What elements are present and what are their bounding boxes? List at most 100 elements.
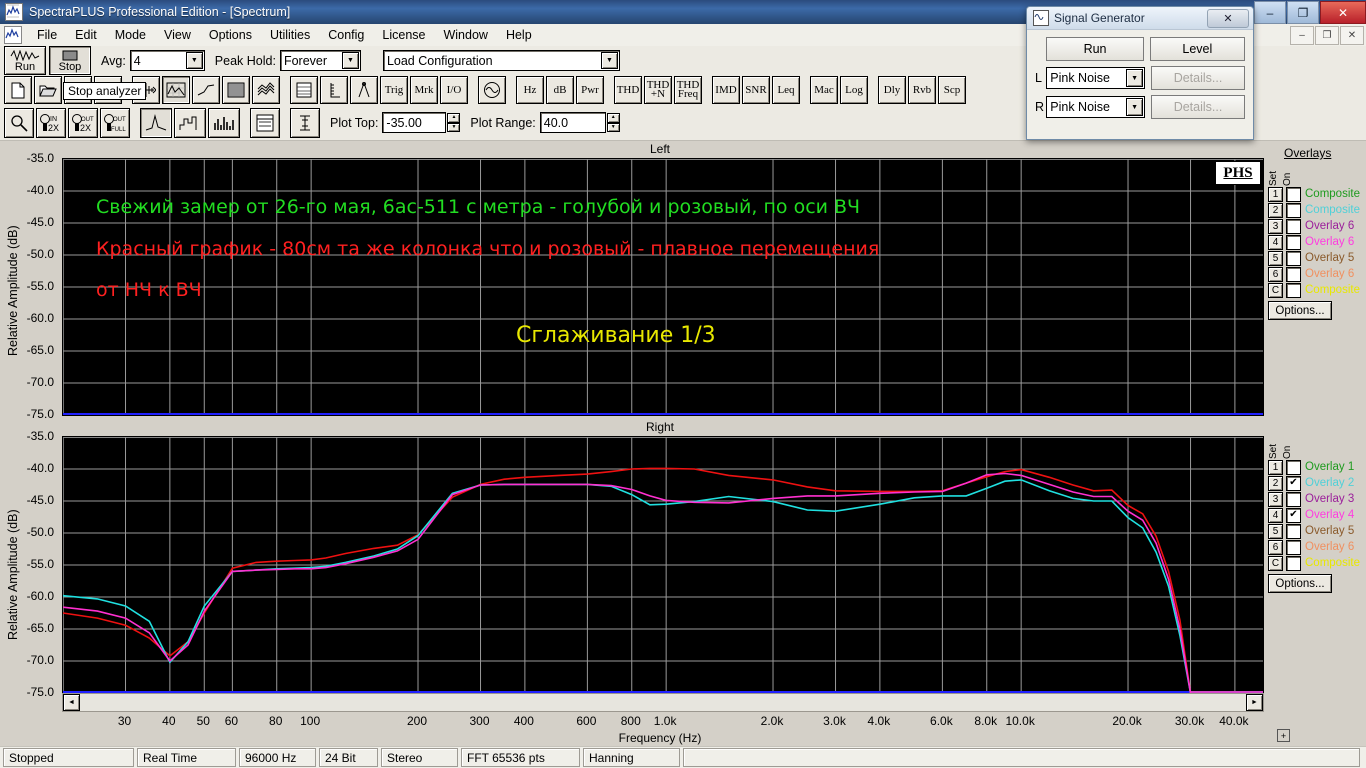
overlay-set-button[interactable]: 4 — [1268, 507, 1283, 523]
scroll-left-button[interactable]: ◄ — [63, 694, 80, 711]
zoom-button[interactable] — [4, 107, 34, 138]
signal-generator-close-button[interactable]: ✕ — [1207, 9, 1249, 28]
delay-button[interactable]: Dly — [878, 76, 906, 104]
thd-freq-button[interactable]: THD Freq — [674, 76, 702, 104]
overlay-set-button[interactable]: 3 — [1268, 491, 1283, 507]
scale-button[interactable] — [320, 76, 348, 104]
spectrogram-button[interactable] — [222, 76, 250, 104]
close-button[interactable]: ✕ — [1320, 1, 1366, 24]
overlay-enable-checkbox[interactable] — [1286, 234, 1301, 250]
plot-range-input[interactable]: 40.0 — [539, 112, 606, 133]
hz-button[interactable]: Hz — [516, 76, 544, 104]
overlay-enable-checkbox[interactable] — [1286, 250, 1301, 266]
plot-top-increment[interactable]: ▲ — [447, 113, 461, 123]
pwr-button[interactable]: Pwr — [576, 76, 604, 104]
menu-options[interactable]: Options — [200, 26, 261, 44]
overlay-enable-checkbox[interactable] — [1286, 523, 1301, 539]
overlay-enable-checkbox[interactable] — [1286, 202, 1301, 218]
bar-display-button[interactable] — [208, 107, 240, 138]
left-source-combo[interactable]: Pink Noise ▼ — [1046, 67, 1146, 89]
mac-button[interactable]: Mac — [810, 76, 838, 104]
waterfall-button[interactable] — [252, 76, 280, 104]
overlay-enable-checkbox[interactable] — [1286, 539, 1301, 555]
menu-file[interactable]: File — [28, 26, 66, 44]
configuration-combo[interactable]: Load Configuration ▼ — [382, 50, 620, 71]
plot-top-stepper[interactable]: ▲ ▼ — [447, 113, 461, 132]
thd-button[interactable]: THD — [614, 76, 642, 104]
marker-button[interactable]: Mrk — [410, 76, 438, 104]
time-series-button[interactable] — [192, 76, 220, 104]
siggen-level-button[interactable]: Level — [1149, 37, 1245, 61]
scope-button[interactable]: Scp — [938, 76, 966, 104]
overlay-set-button[interactable]: 6 — [1268, 539, 1283, 555]
overlay-set-button[interactable]: 6 — [1268, 266, 1283, 282]
overlay-enable-checkbox[interactable]: ✔ — [1286, 507, 1301, 523]
zoom-out-2x-button[interactable]: OUT 2X — [68, 107, 98, 138]
snr-button[interactable]: SNR — [742, 76, 770, 104]
trigger-button[interactable]: Trig — [380, 76, 408, 104]
autoscale-button[interactable] — [290, 107, 320, 138]
overlay-set-button[interactable]: 4 — [1268, 234, 1283, 250]
right-details-button[interactable]: Details... — [1151, 95, 1245, 119]
imd-button[interactable]: IMD — [712, 76, 740, 104]
menu-config[interactable]: Config — [319, 26, 373, 44]
io-button[interactable]: I/O — [440, 76, 468, 104]
chevron-down-icon[interactable]: ▼ — [185, 52, 203, 69]
thd-n-button[interactable]: THD +N — [644, 76, 672, 104]
siggen-run-button[interactable]: Run — [1046, 37, 1144, 61]
bottom-spectrum-plot[interactable] — [62, 436, 1264, 694]
left-details-button[interactable]: Details... — [1151, 66, 1245, 90]
overlay-enable-checkbox[interactable] — [1286, 218, 1301, 234]
chevron-down-icon[interactable]: ▼ — [1126, 98, 1144, 116]
overlay-set-button[interactable]: 5 — [1268, 250, 1283, 266]
overlay-enable-checkbox[interactable] — [1286, 555, 1301, 571]
plot-top-input[interactable]: -35.00 — [382, 112, 447, 133]
menu-utilities[interactable]: Utilities — [261, 26, 319, 44]
menu-edit[interactable]: Edit — [66, 26, 106, 44]
mdi-minimize-button[interactable]: – — [1290, 26, 1314, 45]
signal-generator-dialog[interactable]: Signal Generator ✕ Run Level L Pink Nois… — [1026, 6, 1254, 140]
plot-range-stepper[interactable]: ▲ ▼ — [606, 113, 620, 132]
mdi-restore-button[interactable]: ❐ — [1315, 26, 1339, 45]
overlay-enable-checkbox[interactable] — [1286, 459, 1301, 475]
overlay-enable-checkbox[interactable] — [1286, 282, 1301, 298]
overlay-set-button[interactable]: 3 — [1268, 218, 1283, 234]
reverb-button[interactable]: Rvb — [908, 76, 936, 104]
log-button[interactable]: Log — [840, 76, 868, 104]
peak-display-button[interactable] — [140, 107, 172, 138]
overlay-set-button[interactable]: C — [1268, 282, 1283, 298]
plot-top-decrement[interactable]: ▼ — [447, 122, 461, 132]
chevron-down-icon[interactable]: ▼ — [341, 52, 359, 69]
expand-handle[interactable]: + — [1277, 729, 1290, 742]
peak-hold-combo[interactable]: Forever ▼ — [279, 50, 361, 71]
menu-view[interactable]: View — [155, 26, 200, 44]
overlay-enable-checkbox[interactable] — [1286, 266, 1301, 282]
menu-window[interactable]: Window — [434, 26, 496, 44]
overlays-top-options-button[interactable]: Options... — [1268, 301, 1332, 320]
spectrum-view-button[interactable] — [162, 76, 190, 104]
overlay-set-button[interactable]: 2 — [1268, 475, 1283, 491]
step-display-button[interactable] — [174, 107, 206, 138]
data-table-button[interactable] — [290, 76, 318, 104]
overlay-set-button[interactable]: C — [1268, 555, 1283, 571]
stop-button[interactable]: Stop — [49, 46, 91, 75]
zoom-in-2x-button[interactable]: IN 2X — [36, 107, 66, 138]
new-file-button[interactable] — [4, 76, 32, 104]
avg-combo[interactable]: 4 ▼ — [129, 50, 205, 71]
run-button[interactable]: Run — [4, 46, 46, 75]
zoom-out-full-button[interactable]: OUT FULL — [100, 107, 130, 138]
signal-generator-button[interactable] — [478, 76, 506, 104]
open-file-button[interactable] — [34, 76, 62, 104]
overlay-set-button[interactable]: 2 — [1268, 202, 1283, 218]
menu-mode[interactable]: Mode — [106, 26, 155, 44]
chevron-down-icon[interactable]: ▼ — [1126, 69, 1144, 87]
frequency-scrollbar[interactable]: ◄ ► — [62, 693, 1264, 712]
minimize-button[interactable]: – — [1254, 1, 1286, 24]
overlays-bottom-options-button[interactable]: Options... — [1268, 574, 1332, 593]
overlay-set-button[interactable]: 5 — [1268, 523, 1283, 539]
right-source-combo[interactable]: Pink Noise ▼ — [1046, 96, 1146, 118]
calibration-button[interactable] — [350, 76, 378, 104]
db-button[interactable]: dB — [546, 76, 574, 104]
mdi-close-button[interactable]: ✕ — [1340, 26, 1364, 45]
plot-range-increment[interactable]: ▲ — [606, 113, 620, 123]
